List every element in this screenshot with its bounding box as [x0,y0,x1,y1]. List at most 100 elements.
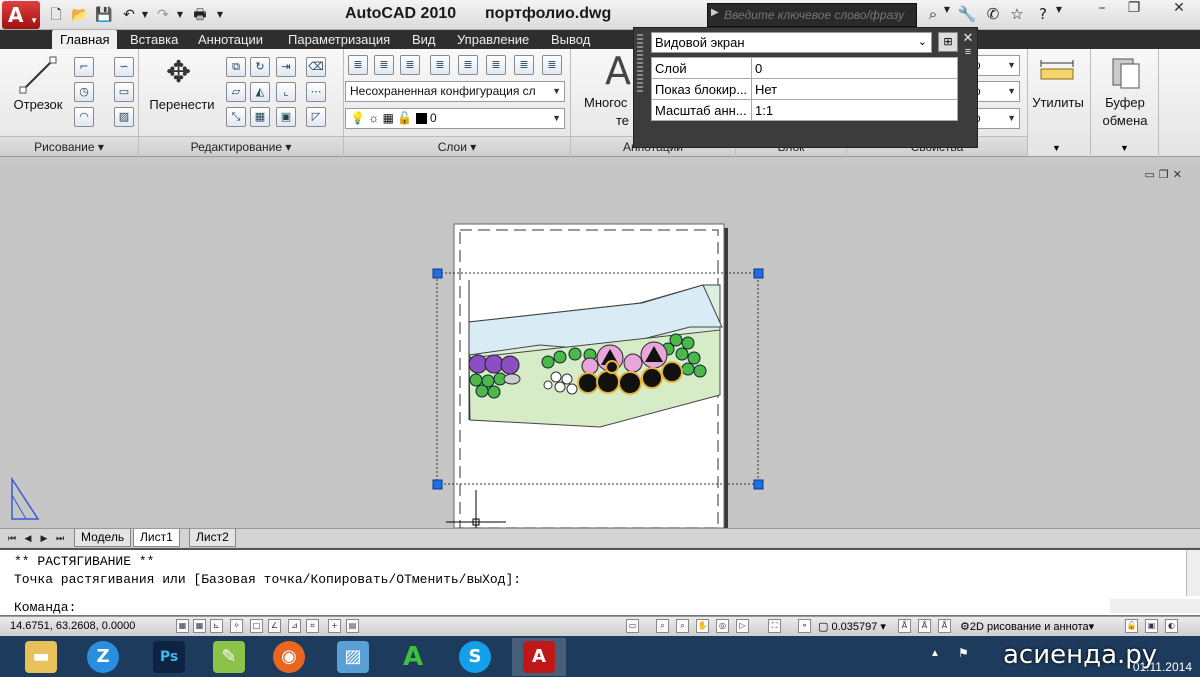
move-button[interactable]: Перенести [146,97,218,112]
offset-icon[interactable]: ▣ [276,107,296,127]
taskbar-zoom[interactable]: Z [76,638,130,676]
tray-up-arrow-icon[interactable]: ▲ [930,648,940,659]
rectangle-icon[interactable]: ▭ [114,82,134,102]
erase-icon[interactable]: ⌫ [306,57,326,77]
taskbar-green-app[interactable]: A [386,638,440,676]
annotation-scale-icon[interactable]: Å [898,619,911,633]
tab-home[interactable]: Главная [52,30,118,49]
array-icon[interactable]: ▦ [250,107,270,127]
tab-parametric[interactable]: Параметризация [280,30,398,49]
tab-view[interactable]: Вид [404,30,444,49]
layer-state-combo[interactable]: Несохраненная конфигурация сл ▼ [345,81,565,102]
isolate-objects-icon[interactable]: ◐ [1165,619,1178,633]
utilities-button[interactable]: Утилиты [1030,95,1086,110]
layer-isolate-icon[interactable]: ≣ [400,55,420,75]
lock-ui-icon[interactable]: 🔓 [1125,619,1138,633]
paper-space-icon[interactable]: ▭ [626,619,639,633]
taskbar-firefox[interactable]: ◉ [262,638,316,676]
last-tab-icon[interactable]: ⏭ [54,531,66,545]
quick-properties-icon[interactable]: ▤ [346,619,359,633]
tab-output[interactable]: Вывод [543,30,598,49]
lineweight-icon[interactable]: + [328,619,341,633]
drawing-canvas[interactable] [0,165,1200,528]
line-button[interactable]: Отрезок [6,97,70,112]
close-icon[interactable]: ✕ [961,30,975,46]
scale-dropdown[interactable]: ▢ 0.035797 ▾ [818,620,886,633]
draw-panel-label[interactable]: Рисование ▾ [0,136,138,156]
annotation-visibility-icon[interactable]: ⚬ [798,619,811,633]
fillet-icon[interactable]: ⌞ [276,82,296,102]
arc-icon[interactable]: ◠ [74,107,94,127]
maximize-window-icon[interactable]: ❐ [1118,0,1150,22]
redo-dropdown-icon[interactable]: ▼ [176,5,184,25]
taskbar-photo-viewer[interactable]: ▨ [326,638,380,676]
redo-icon[interactable]: ↷ [152,5,174,25]
chamfer-icon[interactable]: ◸ [306,107,326,127]
coordinates-readout[interactable]: 14.6751, 63.2608, 0.0000 [10,620,135,632]
hatch-icon[interactable]: ▨ [114,107,134,127]
copy-icon[interactable]: ⧉ [226,57,246,77]
layers-panel-label[interactable]: Слои ▾ [344,136,570,156]
clipboard-button-line1[interactable]: Буфер [1094,95,1156,110]
property-value-layer[interactable]: 0 [751,57,958,79]
auto-scale-icon[interactable]: Å [918,619,931,633]
tray-flag-icon[interactable]: ⚑ [958,646,969,660]
layer-state-icon[interactable]: ≣ [374,55,394,75]
zoom-icon[interactable]: ⌕ [676,619,689,633]
tab-manage[interactable]: Управление [449,30,537,49]
subscription-center-icon[interactable]: 🔧 [956,5,978,25]
modify-panel-label[interactable]: Редактирование ▾ [139,136,343,156]
taskbar-notepad[interactable]: ✎ [202,638,256,676]
dyn-icon[interactable]: ⌗ [306,619,319,633]
undo-icon[interactable]: ↶ [118,5,140,25]
customize-properties-icon[interactable]: ⊞ [938,32,958,52]
tab-sheet2[interactable]: Лист2 [189,529,236,547]
pan-icon[interactable]: ✋ [696,619,709,633]
tab-insert[interactable]: Вставка [122,30,186,49]
polyline-icon[interactable]: ⌐ [74,57,94,77]
open-folder-icon[interactable]: 📂 [70,5,90,25]
save-icon[interactable]: 💾 [94,5,114,25]
otrack-icon[interactable]: ∠ [268,619,281,633]
property-value-display-locked[interactable]: Нет [751,78,958,100]
rotate-icon[interactable]: ↻ [250,57,270,77]
help-icon[interactable]: ? [1032,5,1054,25]
plot-printer-icon[interactable]: 🖶 [188,5,212,25]
ortho-icon[interactable]: ⊾ [210,619,223,633]
quick-view-layouts-icon[interactable]: ⌕ [656,619,669,633]
tab-annotate[interactable]: Аннотации [190,30,271,49]
showmotion-icon[interactable]: ▷ [736,619,749,633]
first-tab-icon[interactable]: ⏮ [6,531,18,545]
object-type-combo[interactable]: Видовой экран ⌄ [651,32,932,53]
sync-scale-icon[interactable]: Å [938,619,951,633]
binoculars-search-icon[interactable]: ⌕ [922,5,944,25]
options-pin-icon[interactable]: ≡ [961,46,975,58]
layer-freeze-icon[interactable]: ≣ [430,55,450,75]
search-dropdown-icon[interactable]: ▼ [942,5,952,25]
command-prompt[interactable]: Команда: [14,600,76,615]
next-tab-icon[interactable]: ▶ [38,531,50,545]
osnap-icon[interactable]: □ [250,619,263,633]
scale-icon[interactable]: ⤡ [226,107,246,127]
mirror-icon[interactable]: ◭ [250,82,270,102]
undo-dropdown-icon[interactable]: ▼ [141,5,149,25]
ducs-icon[interactable]: ⊿ [288,619,301,633]
favorites-star-icon[interactable]: ☆ [1006,5,1028,25]
application-menu-button[interactable]: A ▼ [2,1,40,29]
taskbar-skype[interactable]: S [448,638,502,676]
explode-icon[interactable]: ⋯ [306,82,326,102]
layer-properties-icon[interactable]: ≣ [348,55,368,75]
polar-icon[interactable]: ✧ [230,619,243,633]
circle-icon[interactable]: ◷ [74,82,94,102]
search-input[interactable] [724,6,914,24]
grid-icon[interactable]: ▦ [193,619,206,633]
tab-model[interactable]: Модель [74,529,132,547]
drawing-area[interactable]: ▭❐✕ [0,165,1200,528]
workspace-switch[interactable]: ⚙2D рисование и аннота▾ [960,620,1094,633]
chevron-down-icon[interactable]: ▼ [1120,143,1129,153]
hardware-acceleration-icon[interactable]: ▣ [1145,619,1158,633]
minimize-window-icon[interactable]: – [1086,0,1118,22]
chevron-down-icon[interactable]: ▼ [1052,143,1061,153]
layer-walk-icon[interactable]: ≣ [542,55,562,75]
layer-off-icon[interactable]: ≣ [458,55,478,75]
